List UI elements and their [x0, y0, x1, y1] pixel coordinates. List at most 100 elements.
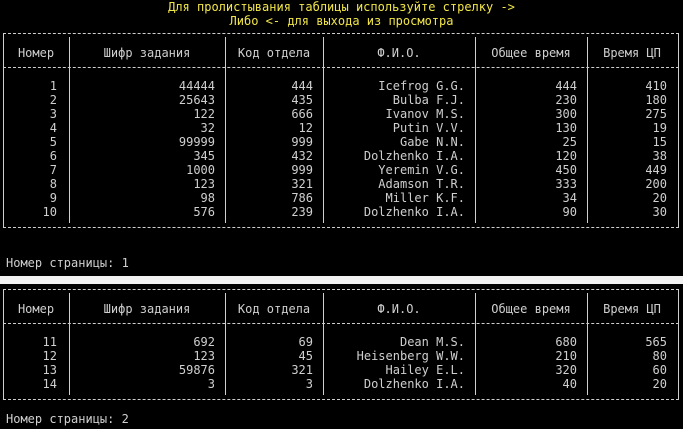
total-time: 120	[555, 149, 577, 163]
column-header-row-number: Номер	[17, 302, 55, 316]
page-number-label: Номер страницы: 2	[6, 412, 129, 426]
column-header-full-name: Ф.И.О.	[377, 46, 421, 60]
jobs-table-page-2: Номер Шифр задания Код отдела Ф.И.О. Общее в…	[3, 289, 679, 400]
department-code: 786	[291, 191, 313, 205]
column-header-department-code: Код отдела	[237, 46, 311, 60]
total-time: 90	[562, 205, 577, 219]
page-number-label: Номер страницы: 1	[6, 256, 129, 270]
department-code: 432	[291, 149, 313, 163]
table-row: 7 1000 999 Yeremin V.G. 450 449	[3, 163, 679, 177]
table-border-bottom	[3, 399, 679, 400]
job-cipher: 123	[193, 177, 215, 191]
total-time: 444	[555, 79, 577, 93]
table-border-top	[3, 33, 679, 34]
department-code: 321	[291, 363, 313, 377]
column-header-job-cipher: Шифр задания	[103, 302, 191, 316]
full-name: Miller K.F.	[385, 191, 465, 205]
table-row: 2 25643 435 Bulba F.J. 230 180	[3, 93, 679, 107]
column-header-row-number: Номер	[17, 46, 55, 60]
row-number: 8	[49, 177, 57, 191]
column-header-cpu-time: Время ЦП	[603, 302, 661, 316]
cpu-time: 20	[652, 191, 667, 205]
department-code: 12	[298, 121, 313, 135]
cpu-time: 15	[652, 135, 667, 149]
table-row: 6 345 432 Dolzhenko I.A. 120 38	[3, 149, 679, 163]
table-row: 1 44444 444 Icefrog G.G. 444 410	[3, 79, 679, 93]
full-name: Dolzhenko I.A.	[363, 149, 465, 163]
department-code: 45	[298, 349, 313, 363]
full-name: Dean M.S.	[399, 335, 465, 349]
full-name: Bulba F.J.	[392, 93, 465, 107]
jobs-table-page-1: Номер Шифр задания Код отдела Ф.И.О. Общее в…	[3, 33, 679, 241]
column-header-total-time: Общее время	[491, 46, 571, 60]
total-time: 210	[555, 349, 577, 363]
job-cipher: 123	[193, 349, 215, 363]
total-time: 333	[555, 177, 577, 191]
job-cipher: 32	[200, 121, 215, 135]
cpu-time: 410	[645, 79, 667, 93]
full-name: Adamson T.R.	[378, 177, 465, 191]
row-number: 9	[49, 191, 57, 205]
table-row: 12 123 45 Heisenberg W.W. 210 80	[3, 349, 679, 363]
row-number: 1	[49, 79, 57, 93]
row-number: 10	[42, 205, 57, 219]
job-cipher: 59876	[178, 363, 215, 377]
console-screen: Для пролистывания таблицы используйте ст…	[0, 0, 683, 429]
job-cipher: 44444	[178, 79, 215, 93]
job-cipher: 25643	[178, 93, 215, 107]
job-cipher: 98	[200, 191, 215, 205]
table-row: 3 122 666 Ivanov M.S. 300 275	[3, 107, 679, 121]
row-number: 12	[42, 349, 57, 363]
full-name: Hailey E.L.	[385, 363, 465, 377]
full-name: Icefrog G.G.	[378, 79, 465, 93]
cpu-time: 565	[645, 335, 667, 349]
table-row: 10 576 239 Dolzhenko I.A. 90 30	[3, 205, 679, 219]
column-header-department-code: Код отдела	[237, 302, 311, 316]
console-page-1: Для пролистывания таблицы используйте ст…	[0, 0, 683, 276]
total-time: 40	[562, 377, 577, 391]
department-code: 999	[291, 135, 313, 149]
table-row: 4 32 12 Putin V.V. 130 19	[3, 121, 679, 135]
column-header-full-name: Ф.И.О.	[377, 302, 421, 316]
console-divider	[0, 276, 683, 284]
job-cipher: 3	[207, 377, 215, 391]
total-time: 450	[555, 163, 577, 177]
total-time: 680	[555, 335, 577, 349]
job-cipher: 576	[193, 205, 215, 219]
navigation-hint-line-2: Либо <- для выхода из просмотра	[229, 14, 454, 28]
cpu-time: 19	[652, 121, 667, 135]
department-code: 435	[291, 93, 313, 107]
full-name: Dolzhenko I.A.	[363, 205, 465, 219]
row-number: 4	[49, 121, 57, 135]
table-header-divider	[3, 323, 679, 324]
table-header-divider	[3, 67, 679, 68]
row-number: 6	[49, 149, 57, 163]
row-number: 13	[42, 363, 57, 377]
full-name: Gabe N.N.	[399, 135, 465, 149]
department-code: 999	[291, 163, 313, 177]
department-code: 321	[291, 177, 313, 191]
total-time: 130	[555, 121, 577, 135]
department-code: 69	[298, 335, 313, 349]
row-number: 5	[49, 135, 57, 149]
table-row: 9 98 786 Miller K.F. 34 20	[3, 191, 679, 205]
job-cipher: 1000	[186, 163, 215, 177]
department-code: 444	[291, 79, 313, 93]
cpu-time: 38	[652, 149, 667, 163]
table-row: 14 3 3 Dolzhenko I.A. 40 20	[3, 377, 679, 391]
console-page-2: Номер Шифр задания Код отдела Ф.И.О. Общее в…	[0, 284, 683, 429]
cpu-time: 180	[645, 93, 667, 107]
full-name: Ivanov M.S.	[385, 107, 465, 121]
cpu-time: 200	[645, 177, 667, 191]
cpu-time: 30	[652, 205, 667, 219]
cpu-time: 60	[652, 363, 667, 377]
row-number: 11	[42, 335, 57, 349]
total-time: 230	[555, 93, 577, 107]
department-code: 239	[291, 205, 313, 219]
full-name: Dolzhenko I.A.	[363, 377, 465, 391]
department-code: 666	[291, 107, 313, 121]
row-number: 2	[49, 93, 57, 107]
table-border-bottom	[3, 227, 679, 228]
full-name: Heisenberg W.W.	[356, 349, 465, 363]
table-row: 11 692 69 Dean M.S. 680 565	[3, 335, 679, 349]
